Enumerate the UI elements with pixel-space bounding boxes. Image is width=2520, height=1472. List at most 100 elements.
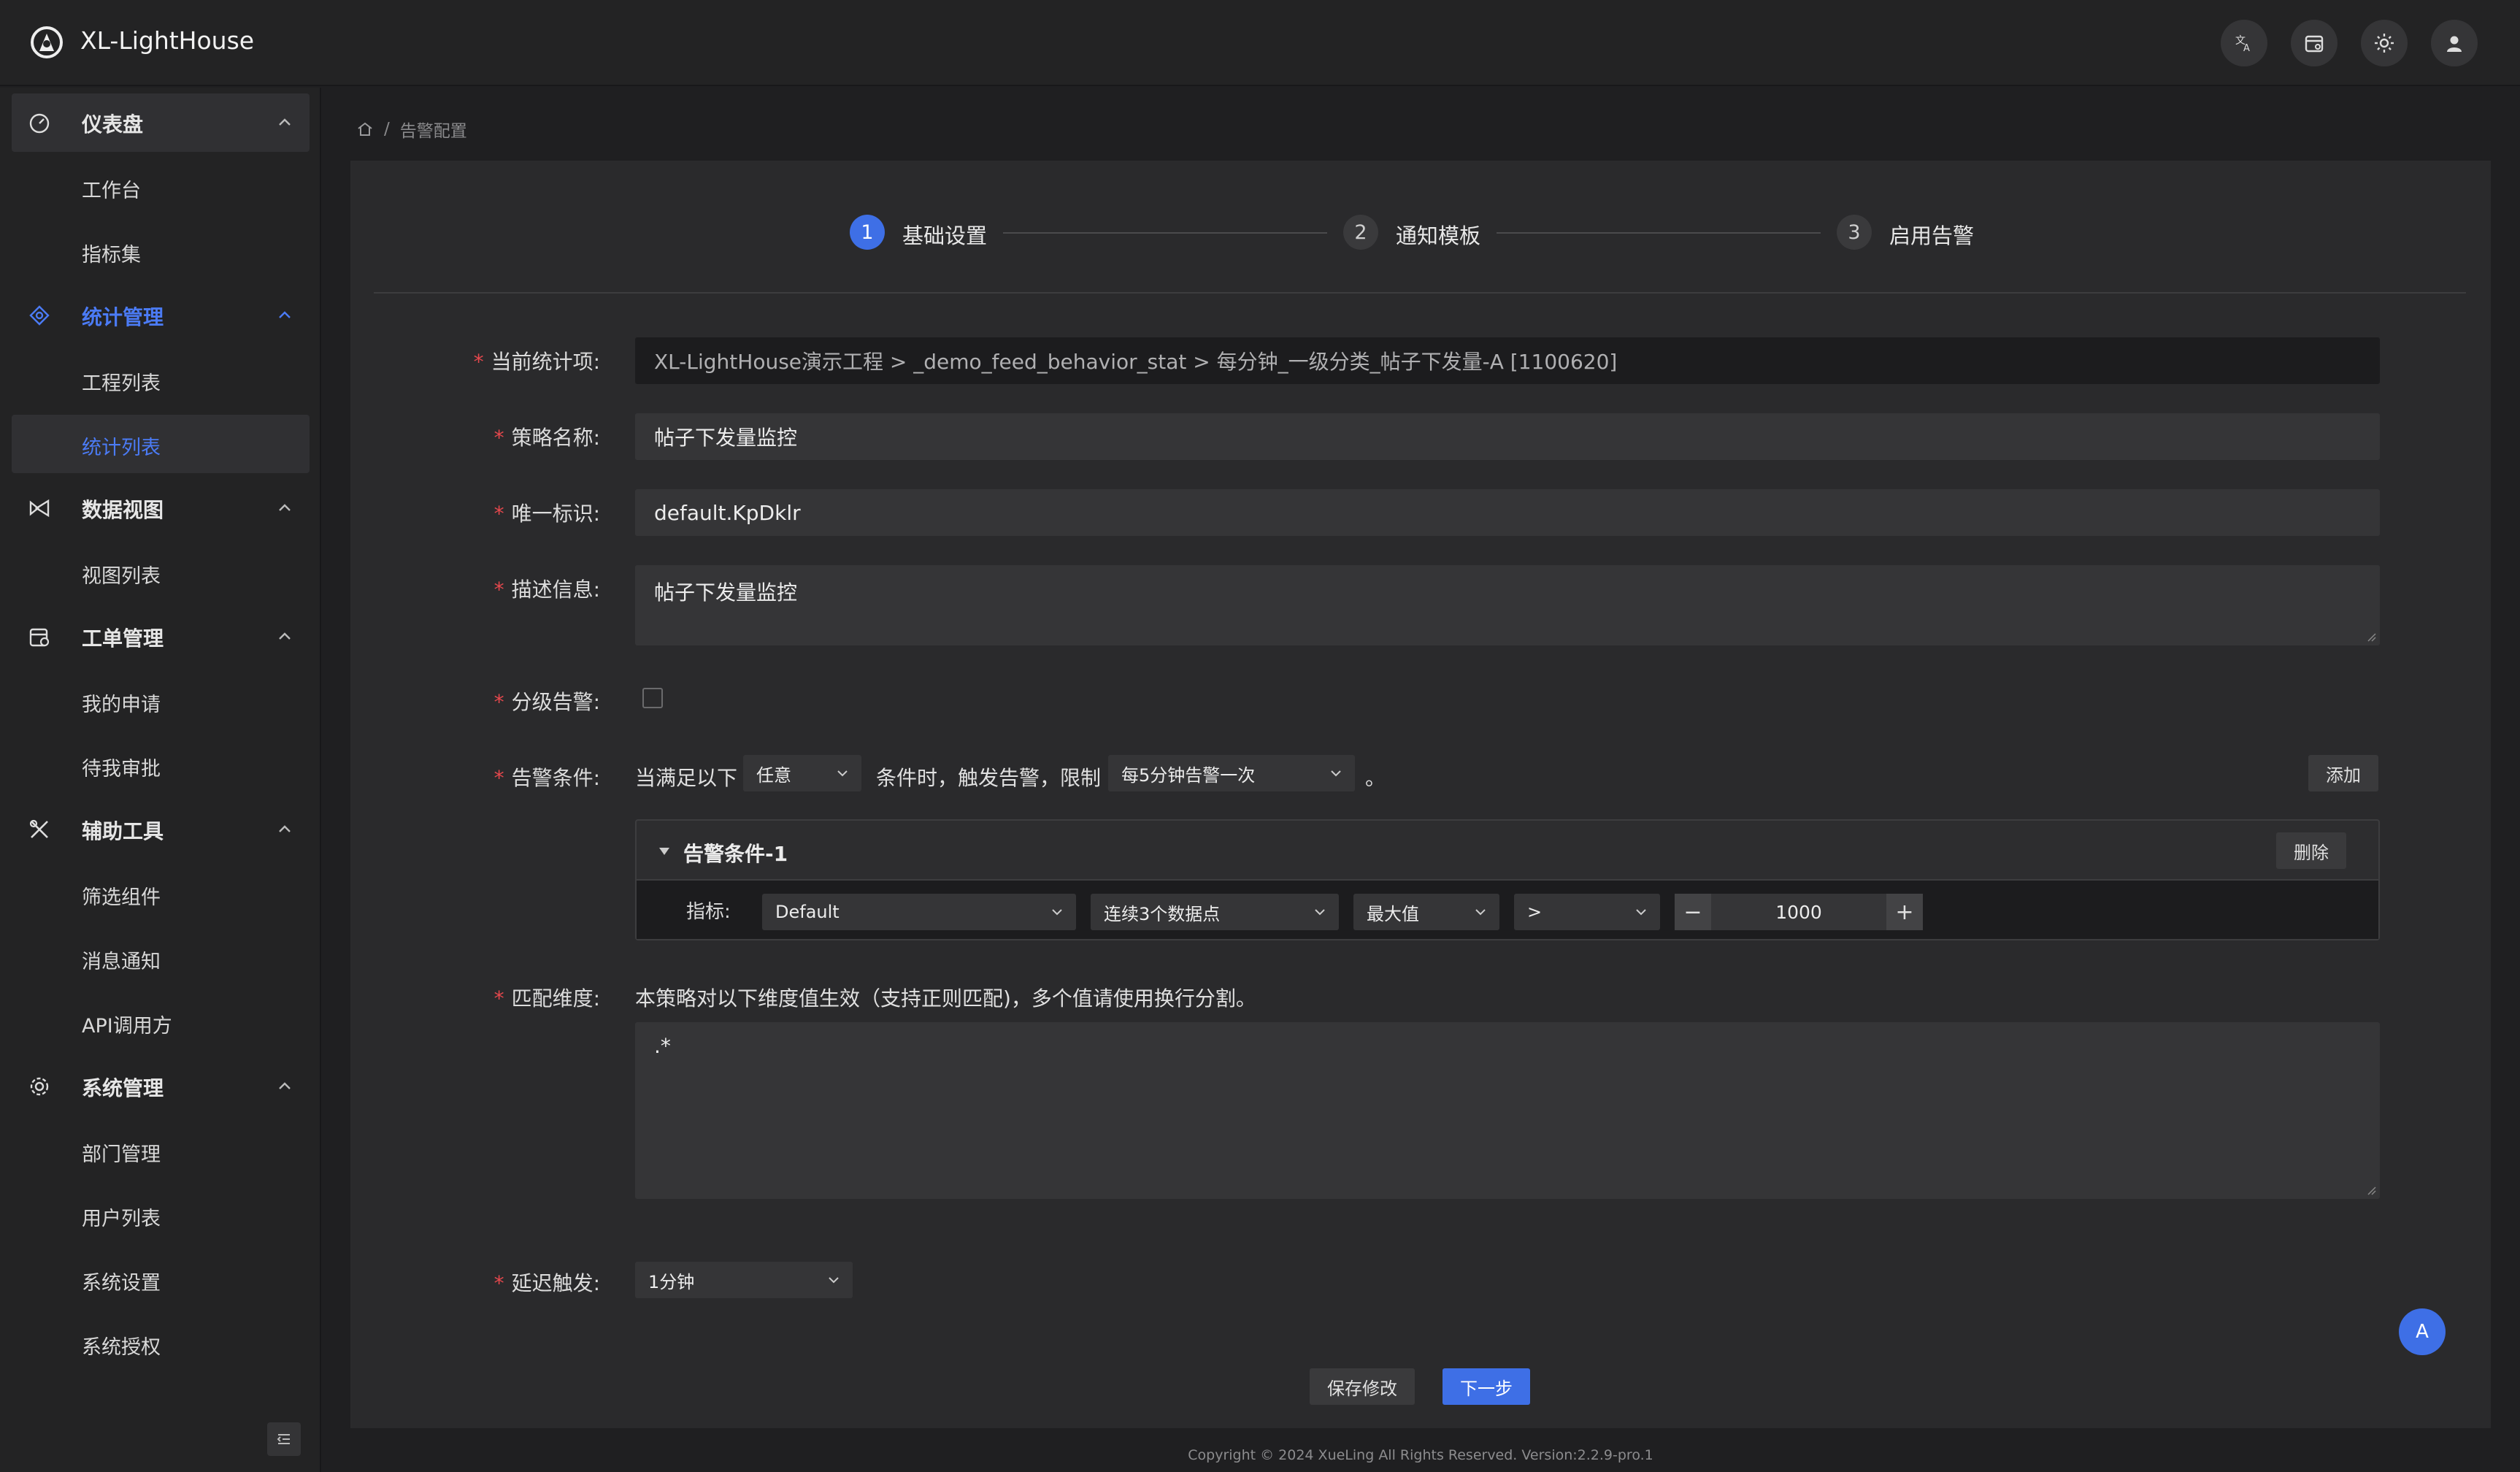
sidebar-item-metric-set[interactable]: 指标集 — [12, 222, 310, 280]
translate-button[interactable]: 文A — [2221, 20, 2267, 66]
dashboard-icon — [29, 113, 50, 134]
calendar-button[interactable] — [2291, 20, 2337, 66]
condition-mode-select[interactable]: 任意 — [743, 755, 861, 791]
user-menu-button[interactable] — [2431, 20, 2478, 66]
sidebar-item-label: 系统授权 — [82, 1336, 161, 1359]
resize-grip-icon[interactable] — [2367, 1186, 2377, 1196]
sidebar-group-work-order[interactable]: 工单管理 — [12, 607, 310, 666]
floating-avatar-button[interactable]: A — [2399, 1308, 2446, 1355]
chevron-down-icon — [1315, 909, 1325, 916]
operator-select[interactable]: > — [1514, 894, 1660, 930]
chevron-down-icon — [1331, 770, 1341, 777]
add-condition-button[interactable]: 添加 — [2308, 755, 2378, 791]
steps-bar: 1 基础设置 2 通知模板 3 启用告警 — [850, 215, 2018, 251]
description-textarea[interactable]: 帖子下发量监控 — [635, 565, 2380, 645]
step-2-label: 通知模板 — [1396, 223, 1481, 248]
increment-button[interactable]: + — [1886, 894, 1923, 930]
decrement-button[interactable]: − — [1675, 894, 1711, 930]
stats-icon — [29, 305, 50, 326]
breadcrumb-current: 告警配置 — [399, 122, 467, 141]
sidebar-item-message-notify[interactable]: 消息通知 — [12, 929, 310, 987]
condition-limit-select[interactable]: 每5分钟告警一次 — [1108, 755, 1355, 791]
step-connector — [1497, 232, 1821, 234]
top-header: XL-LightHouse 文A — [0, 0, 2520, 86]
breadcrumb: / 告警配置 — [356, 117, 467, 142]
chevron-up-icon — [279, 504, 291, 511]
breadcrumb-separator: / — [384, 120, 390, 139]
save-button[interactable]: 保存修改 — [1310, 1368, 1415, 1405]
translate-icon: 文A — [2235, 35, 2250, 54]
condition-suffix: 。 — [1365, 766, 1386, 790]
aggregate-select[interactable]: 最大值 — [1353, 894, 1499, 930]
condition-prefix: 当满足以下 — [635, 766, 738, 790]
sidebar-item-view-list[interactable]: 视图列表 — [12, 543, 310, 602]
sidebar-group-system[interactable]: 系统管理 — [12, 1057, 310, 1116]
sidebar-item-department[interactable]: 部门管理 — [12, 1122, 310, 1180]
calendar-icon — [2305, 35, 2324, 53]
step-3-label: 启用告警 — [1889, 223, 1975, 248]
collapse-icon — [277, 1434, 290, 1444]
sidebar-item-label: 工作台 — [82, 180, 141, 202]
sidebar-group-data-view[interactable]: 数据视图 — [12, 479, 310, 537]
select-value: 任意 — [756, 764, 791, 786]
metric-select[interactable]: Default — [762, 894, 1076, 930]
next-step-button[interactable]: 下一步 — [1443, 1368, 1530, 1405]
sidebar-item-my-requests[interactable]: 我的申请 — [12, 672, 310, 730]
sidebar-item-workbench[interactable]: 工作台 — [12, 158, 310, 216]
footer-copyright: Copyright © 2024 XueLing All Rights Rese… — [1188, 1447, 1653, 1463]
strategy-name-label: * 策略名称: — [493, 426, 600, 450]
sidebar-item-label: 我的申请 — [82, 694, 161, 716]
sidebar-group-dashboard[interactable]: 仪表盘 — [12, 93, 310, 152]
view-icon — [29, 499, 50, 518]
delay-select[interactable]: 1分钟 — [635, 1262, 853, 1298]
dimension-hint: 本策略对以下维度值生效（支持正则匹配)，多个值请使用换行分割。 — [635, 986, 1256, 1011]
resize-grip-icon[interactable] — [2367, 632, 2377, 643]
dimension-textarea[interactable]: .* — [635, 1022, 2380, 1199]
chevron-down-icon — [1052, 909, 1062, 916]
sidebar-item-label: 筛选组件 — [82, 886, 161, 909]
step-2-indicator: 2 — [1343, 215, 1378, 250]
unique-id-label: * 唯一标识: — [493, 502, 600, 526]
select-value: 1分钟 — [648, 1271, 695, 1292]
select-value: Default — [775, 902, 840, 922]
chevron-down-icon — [1636, 909, 1646, 916]
sidebar-item-pending-approval[interactable]: 待我审批 — [12, 736, 310, 794]
sidebar-item-label: 统计列表 — [82, 437, 161, 459]
sidebar-group-label: 系统管理 — [82, 1076, 164, 1100]
sidebar-item-user-list[interactable]: 用户列表 — [12, 1186, 310, 1244]
unique-id-input[interactable]: default.KpDklr — [635, 489, 2380, 536]
sidebar-item-api-caller[interactable]: API调用方 — [12, 993, 310, 1051]
sidebar-item-stat-list[interactable]: 统计列表 — [12, 415, 310, 473]
sidebar-group-tools[interactable]: 辅助工具 — [12, 800, 310, 859]
sidebar-item-label: 用户列表 — [82, 1208, 161, 1230]
home-icon[interactable] — [356, 120, 374, 138]
level-alarm-checkbox[interactable] — [642, 688, 663, 708]
order-icon — [29, 628, 50, 647]
sidebar-item-filter-component[interactable]: 筛选组件 — [12, 865, 310, 923]
logo-icon — [31, 26, 63, 58]
condition-panel-header[interactable]: 告警条件-1 删除 — [637, 821, 2378, 881]
tools-icon — [29, 819, 48, 838]
chevron-up-icon — [279, 632, 291, 640]
threshold-input[interactable]: 1000 — [1711, 894, 1886, 930]
caret-down-icon[interactable] — [657, 844, 672, 859]
strategy-name-input[interactable]: 帖子下发量监控 — [635, 413, 2380, 460]
condition-label: * 告警条件: — [493, 766, 600, 790]
select-value: 每5分钟告警一次 — [1121, 764, 1256, 786]
step-3-indicator: 3 — [1837, 215, 1872, 250]
chevron-up-icon — [279, 1082, 291, 1089]
level-alarm-label: * 分级告警: — [493, 690, 600, 714]
datapoints-select[interactable]: 连续3个数据点 — [1091, 894, 1339, 930]
dimension-label: * 匹配维度: — [493, 986, 600, 1011]
sidebar-item-project-list[interactable]: 工程列表 — [12, 350, 310, 409]
theme-toggle-button[interactable] — [2361, 20, 2408, 66]
sidebar-group-label: 工单管理 — [82, 626, 164, 651]
settings-icon — [30, 1077, 49, 1096]
delete-condition-button[interactable]: 删除 — [2276, 832, 2346, 869]
svg-text:A: A — [2243, 43, 2250, 54]
sidebar-item-system-settings[interactable]: 系统设置 — [12, 1250, 310, 1308]
threshold-stepper: − 1000 + — [1675, 894, 1923, 930]
sidebar-item-system-license[interactable]: 系统授权 — [12, 1314, 310, 1373]
sidebar-group-label: 仪表盘 — [82, 112, 144, 137]
sidebar-group-stats[interactable]: 统计管理 — [12, 286, 310, 345]
